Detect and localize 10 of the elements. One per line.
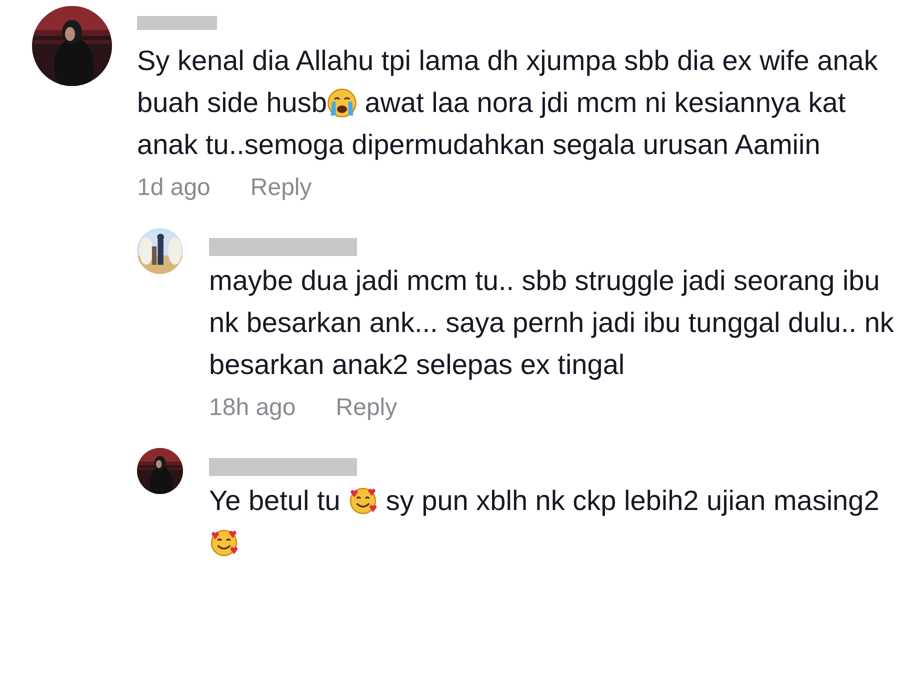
comment-text: Ye betul tu sy pun xblh nk ckp lebih2 ujian masing2 bbox=[209, 480, 896, 564]
reply-link[interactable]: Reply bbox=[336, 394, 398, 422]
crying-face-icon bbox=[326, 88, 357, 118]
timestamp: 1d ago bbox=[137, 174, 210, 202]
smiling-face-with-hearts-icon bbox=[209, 528, 239, 558]
reply-link[interactable]: Reply bbox=[250, 174, 312, 202]
comment-text: maybe dua jadi mcm tu.. sbb struggle jadi seorang ibu nk besarkan ank... saya pernh jadi ibu tunggal dulu.. nk besarkan anak2 selepas ex tingal bbox=[209, 264, 895, 382]
timestamp: 18h ago bbox=[209, 394, 296, 422]
smiling-face-with-hearts-icon bbox=[348, 486, 378, 516]
comment-text: Sy kenal dia Allahu tpi lama dh xjumpa sbb dia ex wife anak buah side husb awat laa nora jdi mcm ni kesiannya kat anak tu..semoga dipermudahkan segala urusan Aamiin bbox=[137, 44, 879, 162]
